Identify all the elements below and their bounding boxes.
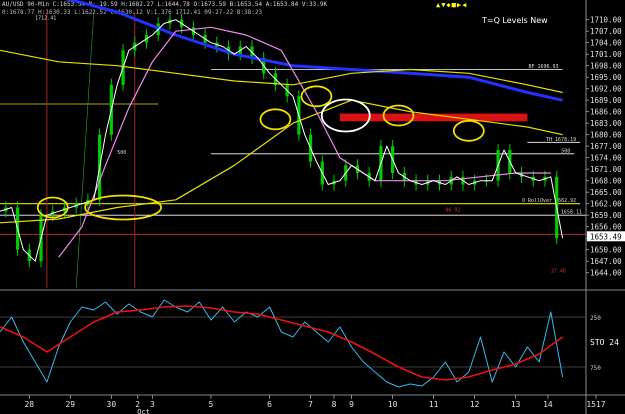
ma-pink-line	[58, 26, 551, 258]
level-label: TH 1678.19	[546, 137, 576, 143]
chart-annotation: 500	[117, 150, 126, 156]
y-tick-label: 1650.00	[590, 246, 622, 255]
y-tick-label: 1695.00	[590, 73, 622, 82]
level-label: 1658.11	[561, 210, 582, 216]
x-tick-label: 30	[107, 400, 117, 409]
price-close-line	[0, 19, 564, 262]
ma-yellow-upper-line	[0, 49, 563, 94]
last-price-label: 1653.49	[590, 232, 622, 241]
y-tick-label: 1668.00	[590, 177, 622, 186]
level-label: O RollOver 1662.92	[522, 198, 576, 204]
chart-annotation: 1712.41	[35, 16, 56, 22]
x-tick-label: 28	[24, 400, 34, 409]
y-tick-label: 1647.00	[590, 257, 622, 266]
highlight-circle	[452, 119, 485, 142]
y-tick-label: 1686.00	[590, 108, 622, 117]
highlight-circle	[259, 108, 292, 131]
stochastic-panel: 250 750 STO 24	[0, 299, 619, 388]
y-tick-label: 1689.00	[590, 96, 622, 105]
x-tick-label: 29	[65, 400, 75, 409]
highlight-circle	[84, 194, 162, 221]
annotations: 1712.41 500 06.92 37.46	[35, 16, 566, 275]
chart-annotation: 06.92	[445, 207, 460, 213]
y-tick-label: 1656.00	[590, 223, 622, 232]
trend-line	[75, 11, 95, 289]
x-tick-label: 7	[308, 400, 313, 409]
highlight-circles	[36, 85, 485, 221]
x-tick-label: 1517	[586, 400, 605, 409]
y-tick-label: 1683.00	[590, 119, 622, 128]
y-tick-label: 1644.00	[590, 269, 622, 278]
y-tick-label: 1707.00	[590, 27, 622, 36]
x-tick-label: 12	[470, 400, 480, 409]
y-tick-label: 1704.00	[590, 39, 622, 48]
x-tick-label: 13	[511, 400, 521, 409]
price-chart-svg[interactable]: BF 1696.93 TH 1678.19 500 O RollOver 1662.9…	[0, 0, 625, 414]
y-tick-label: 1680.00	[590, 131, 622, 140]
x-month-label: Oct	[137, 408, 150, 414]
y-tick-label: 1674.00	[590, 154, 622, 163]
chart-annotation: 37.46	[551, 269, 566, 275]
x-tick-label: 3	[150, 400, 155, 409]
y-tick-label: 1677.00	[590, 142, 622, 151]
x-axis: 28 29 30 2 3 5 6 7 8 9 10 11 12 13 14 1517Oct	[24, 395, 606, 414]
y-tick-label: 1692.00	[590, 85, 622, 94]
stoch-indicator-label: STO 24	[590, 338, 619, 347]
y-tick-label: 1698.00	[590, 62, 622, 71]
stoch-tick-label: 750	[590, 365, 601, 372]
y-tick-label: 1701.00	[590, 50, 622, 59]
x-tick-label: 14	[543, 400, 553, 409]
x-tick-label: 10	[388, 400, 398, 409]
highlight-circle	[300, 85, 333, 108]
y-tick-label: 1665.00	[590, 188, 622, 197]
x-tick-label: 6	[267, 400, 272, 409]
level-label: BF 1696.93	[528, 64, 558, 70]
x-tick-label: 11	[429, 400, 439, 409]
y-tick-label: 1662.00	[590, 200, 622, 209]
x-tick-label: 9	[349, 400, 354, 409]
y-tick-label: 1710.00	[590, 16, 622, 25]
x-tick-label: 8	[332, 400, 337, 409]
y-tick-label: 1671.00	[590, 165, 622, 174]
stoch-tick-label: 250	[590, 315, 601, 322]
price-line	[0, 19, 564, 262]
y-tick-label: 1659.00	[590, 211, 622, 220]
level-label: 500	[561, 148, 570, 154]
x-tick-label: 5	[209, 400, 214, 409]
